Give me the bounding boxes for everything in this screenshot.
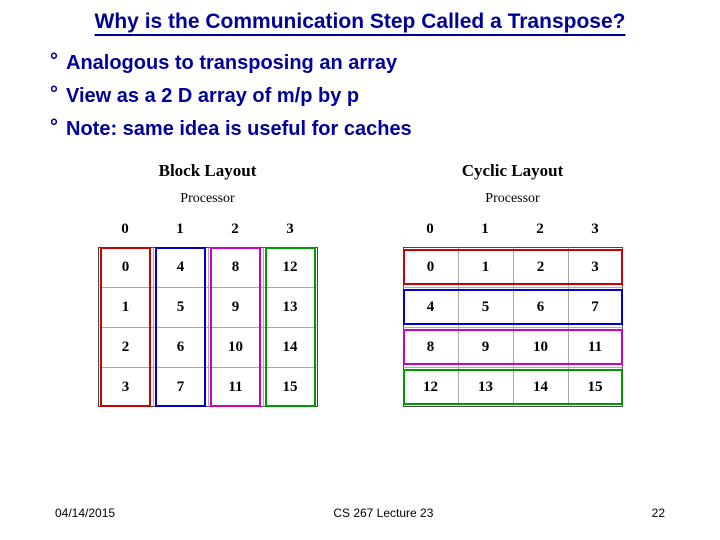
block-grid: 0 1 2 3 0 4 8 12 1 5 9 13 2 6 10 14 3 7 … bbox=[98, 211, 318, 407]
data-cell: 12 bbox=[403, 367, 458, 407]
bullet-item: View as a 2 D array of m/p by p bbox=[50, 85, 680, 108]
footer-center: CS 267 Lecture 23 bbox=[333, 506, 433, 520]
data-cell: 7 bbox=[568, 287, 623, 327]
data-cell: 1 bbox=[98, 287, 153, 327]
header-cell: 2 bbox=[208, 211, 263, 247]
data-cell: 3 bbox=[568, 247, 623, 287]
block-layout: Block Layout Processor 0 1 2 3 0 4 8 12 … bbox=[98, 161, 318, 407]
processor-label: Processor bbox=[98, 191, 318, 207]
data-cell: 10 bbox=[208, 327, 263, 367]
header-cell: 1 bbox=[153, 211, 208, 247]
data-cell: 1 bbox=[458, 247, 513, 287]
cyclic-grid: 0 1 2 3 0 1 2 3 4 5 6 7 8 9 10 11 12 13 … bbox=[403, 211, 623, 407]
data-cell: 0 bbox=[403, 247, 458, 287]
data-cell: 11 bbox=[208, 367, 263, 407]
layouts-container: Block Layout Processor 0 1 2 3 0 4 8 12 … bbox=[0, 161, 720, 407]
header-cell: 3 bbox=[263, 211, 318, 247]
data-cell: 0 bbox=[98, 247, 153, 287]
data-cell: 4 bbox=[153, 247, 208, 287]
data-cell: 14 bbox=[263, 327, 318, 367]
bullet-item: Analogous to transposing an array bbox=[50, 52, 680, 75]
data-cell: 7 bbox=[153, 367, 208, 407]
data-cell: 8 bbox=[403, 327, 458, 367]
data-cell: 2 bbox=[513, 247, 568, 287]
data-cell: 9 bbox=[208, 287, 263, 327]
data-cell: 5 bbox=[153, 287, 208, 327]
data-cell: 4 bbox=[403, 287, 458, 327]
header-cell: 0 bbox=[403, 211, 458, 247]
bullet-list: Analogous to transposing an array View a… bbox=[0, 38, 720, 157]
data-cell: 9 bbox=[458, 327, 513, 367]
header-cell: 2 bbox=[513, 211, 568, 247]
data-cell: 8 bbox=[208, 247, 263, 287]
processor-label: Processor bbox=[403, 191, 623, 207]
data-cell: 6 bbox=[153, 327, 208, 367]
footer-date: 04/14/2015 bbox=[55, 506, 115, 520]
data-cell: 2 bbox=[98, 327, 153, 367]
data-cell: 11 bbox=[568, 327, 623, 367]
data-cell: 14 bbox=[513, 367, 568, 407]
slide-title: Why is the Communication Step Called a T… bbox=[0, 0, 720, 38]
bullet-item: Note: same idea is useful for caches bbox=[50, 118, 680, 141]
data-cell: 15 bbox=[263, 367, 318, 407]
header-cell: 3 bbox=[568, 211, 623, 247]
data-cell: 12 bbox=[263, 247, 318, 287]
header-cell: 0 bbox=[98, 211, 153, 247]
data-cell: 6 bbox=[513, 287, 568, 327]
data-cell: 13 bbox=[263, 287, 318, 327]
cyclic-layout-title: Cyclic Layout bbox=[403, 161, 623, 181]
footer-page: 22 bbox=[652, 506, 665, 520]
block-layout-title: Block Layout bbox=[98, 161, 318, 181]
data-cell: 10 bbox=[513, 327, 568, 367]
cyclic-layout: Cyclic Layout Processor 0 1 2 3 0 1 2 3 … bbox=[403, 161, 623, 407]
data-cell: 5 bbox=[458, 287, 513, 327]
footer: 04/14/2015 CS 267 Lecture 23 22 bbox=[0, 506, 720, 520]
data-cell: 15 bbox=[568, 367, 623, 407]
data-cell: 13 bbox=[458, 367, 513, 407]
data-cell: 3 bbox=[98, 367, 153, 407]
header-cell: 1 bbox=[458, 211, 513, 247]
